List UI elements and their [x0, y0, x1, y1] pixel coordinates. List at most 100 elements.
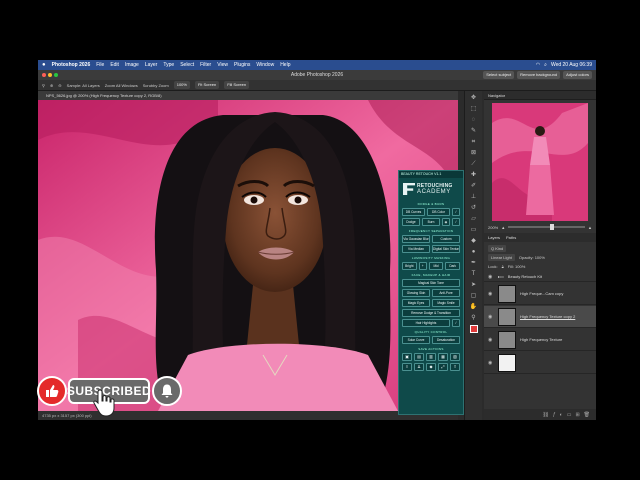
eraser-tool-icon[interactable]: ▱ — [470, 215, 478, 223]
blend-mode-select[interactable]: Linear Light — [488, 253, 515, 261]
magic-eyes-button[interactable]: Magic Eyes — [402, 299, 430, 307]
hair-highlights-button[interactable]: Hair Highlights — [402, 319, 450, 327]
menu-app-name[interactable]: Photoshop 2026 — [52, 62, 91, 68]
image-canvas[interactable] — [38, 100, 458, 411]
bright-button[interactable]: Bright — [402, 262, 417, 270]
folder-new-icon[interactable]: ▭ — [567, 412, 572, 418]
anti-pore-button[interactable]: Anti-Pore — [432, 289, 460, 297]
adjust-colors-button[interactable]: Adjust colors — [563, 71, 592, 79]
dark-button[interactable]: Dark — [445, 262, 461, 270]
eye-icon[interactable]: ◉ — [488, 337, 494, 343]
flatten-icon[interactable]: ≡ — [402, 363, 412, 371]
db-curves-button[interactable]: DB Curves — [402, 208, 425, 216]
shape-tool-icon[interactable]: ▢ — [470, 292, 478, 300]
hair-brush-icon[interactable]: / — [452, 319, 460, 327]
close-icon[interactable] — [42, 73, 46, 77]
digital-skin-texture-button[interactable]: Digital Skin Texture — [432, 245, 460, 253]
beauty-panel-header[interactable]: BEAUTY RETOUCH V1.1 — [399, 171, 463, 178]
resize-icon[interactable]: ⤢ — [438, 363, 448, 371]
menu-image[interactable]: Image — [125, 62, 139, 68]
link-icon[interactable]: ⛓ — [543, 412, 549, 418]
scrubby-zoom-option[interactable]: Scrubby Zoom — [143, 83, 169, 88]
magical-skin-tone-button[interactable]: Magical Skin Tone — [402, 279, 460, 287]
menu-filter[interactable]: Filter — [200, 62, 211, 68]
tab-paths[interactable]: Paths — [506, 235, 516, 240]
fit-screen-button[interactable]: Fit Screen — [194, 81, 220, 89]
glowing-skin-button[interactable]: Glowing Skin — [402, 289, 430, 297]
apple-icon[interactable]: ● — [42, 62, 46, 68]
db-brush2-icon[interactable]: / — [452, 218, 460, 226]
export-icon[interactable]: ⇪ — [450, 363, 460, 371]
eyedropper-tool-icon[interactable]: ⟋ — [470, 160, 478, 168]
marquee-tool-icon[interactable]: ⬚ — [470, 105, 478, 113]
layer-folder[interactable]: ◉ ▸▭ Beauty Retouch Kit — [484, 272, 596, 282]
menu-file[interactable]: File — [96, 62, 104, 68]
merge-icon[interactable]: ⇊ — [414, 363, 424, 371]
save-jpg-icon[interactable]: ▣ — [402, 353, 412, 361]
zoom-out-icon[interactable]: ⊖ — [58, 83, 61, 88]
custom-button[interactable]: Custom — [432, 235, 460, 243]
fill-field[interactable]: Fill: 100% — [508, 264, 526, 269]
eye-icon[interactable]: ◉ — [488, 360, 494, 366]
db-brush-icon[interactable]: / — [452, 208, 460, 216]
solar-curve-button[interactable]: Solar Curve — [402, 336, 430, 344]
remove-dodge-button[interactable]: Remove Dodge & Transition — [402, 309, 460, 317]
navigator-preview[interactable] — [492, 103, 588, 221]
layer-row-selected[interactable]: ◉ High Frequency Texture copy 2 — [484, 306, 596, 328]
minimize-icon[interactable] — [48, 73, 52, 77]
gradient-tool-icon[interactable]: ▭ — [470, 226, 478, 234]
menu-clock[interactable]: Wed 20 Aug 06:39 — [551, 62, 592, 68]
db-color-button[interactable]: DB Color — [427, 208, 450, 216]
like-button[interactable] — [37, 376, 67, 406]
path-select-tool-icon[interactable]: ➤ — [470, 281, 478, 289]
subscribed-button[interactable]: SUBSCRIBED — [67, 378, 151, 404]
document-tab[interactable]: NPS_5626.jpg @ 200% (High Frequency Text… — [38, 91, 458, 100]
clone-stamp-tool-icon[interactable]: ⊥ — [470, 193, 478, 201]
zoom-tool-icon[interactable]: ⚲ — [42, 83, 45, 88]
fx-icon[interactable]: ƒ — [553, 412, 556, 418]
menu-type[interactable]: Type — [163, 62, 174, 68]
hand-tool-icon[interactable]: ✋ — [470, 303, 478, 311]
tab-layers[interactable]: Layers — [488, 235, 500, 240]
fill-screen-button[interactable]: Fill Screen — [224, 81, 250, 89]
lasso-tool-icon[interactable]: ◌ — [470, 116, 478, 124]
history-brush-tool-icon[interactable]: ↺ — [470, 204, 478, 212]
dodge-tool-icon[interactable]: ● — [470, 248, 478, 256]
crop-tool-icon[interactable]: ⌗ — [470, 138, 478, 146]
healing-tool-icon[interactable]: ✚ — [470, 171, 478, 179]
pen-tool-icon[interactable]: ✒ — [470, 259, 478, 267]
zoom-tool-icon[interactable]: ⚲ — [470, 314, 478, 322]
menu-layer[interactable]: Layer — [145, 62, 158, 68]
remove-background-button[interactable]: Remove background — [517, 71, 561, 79]
blur-tool-icon[interactable]: ◆ — [470, 237, 478, 245]
eye-icon[interactable]: ◉ — [488, 314, 494, 320]
navigator-zoom-slider[interactable] — [508, 224, 586, 230]
type-tool-icon[interactable]: T — [470, 270, 478, 278]
burn-button[interactable]: Burn — [422, 218, 440, 226]
zoom-all-windows-option[interactable]: Zoom All Windows — [105, 83, 138, 88]
mid-button[interactable]: Mid — [428, 262, 444, 270]
save-psd-icon[interactable]: ▥ — [426, 353, 436, 361]
bell-button[interactable] — [152, 376, 182, 406]
eye-icon[interactable]: ◉ — [488, 291, 494, 297]
dodge-button[interactable]: Dodge — [402, 218, 420, 226]
layer-row[interactable]: ◉ High Frequency Texture — [484, 329, 596, 351]
eye-icon[interactable]: ◉ — [488, 274, 494, 280]
search-icon[interactable]: ⌕ — [544, 62, 547, 68]
menu-edit[interactable]: Edit — [110, 62, 119, 68]
lock-icon[interactable]: 🔒︎ — [502, 264, 504, 269]
trash-icon[interactable]: 🗑︎ — [584, 412, 590, 418]
layer-kind-filter[interactable]: Q Kind — [488, 244, 507, 252]
maximize-icon[interactable] — [54, 73, 58, 77]
save-png-icon[interactable]: ▤ — [414, 353, 424, 361]
navigator-zoom-value[interactable]: 200% — [488, 225, 498, 230]
zoom-100-button[interactable]: 100% — [173, 81, 190, 89]
navigator-tab[interactable]: Navigator — [484, 91, 596, 100]
select-subject-button[interactable]: Select subject — [483, 71, 515, 79]
via-median-button[interactable]: Via Median — [402, 245, 430, 253]
save-web-icon[interactable]: ▧ — [450, 353, 460, 361]
menu-help[interactable]: Help — [280, 62, 290, 68]
menu-view[interactable]: View — [217, 62, 228, 68]
menu-window[interactable]: Window — [256, 62, 274, 68]
layer-row[interactable]: ◉ — [484, 352, 596, 374]
